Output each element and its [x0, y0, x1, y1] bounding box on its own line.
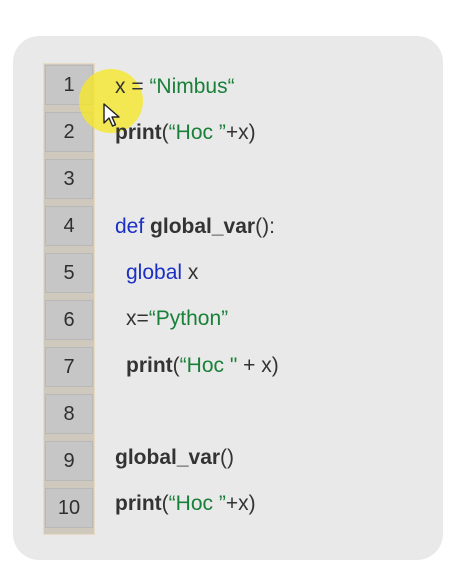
keyword: def	[115, 215, 145, 238]
code-line-9: global_var()	[115, 444, 234, 472]
line-number-6: 6	[45, 300, 93, 340]
code-token: ():	[255, 215, 275, 238]
function-name: global_var	[150, 215, 256, 238]
mouse-pointer-icon	[103, 103, 120, 127]
code-line-6: x=“Python”	[126, 305, 228, 333]
code-token: x=	[126, 307, 149, 330]
string-literal: “Nimbus“	[149, 75, 235, 98]
function-call: global_var	[115, 446, 221, 469]
line-number-5: 5	[45, 253, 93, 293]
code-token: + x)	[237, 354, 279, 377]
line-number-10: 10	[45, 488, 93, 528]
string-literal: “Hoc ”	[168, 121, 226, 144]
code-token: +x)	[225, 121, 256, 144]
line-number-9: 9	[45, 441, 93, 481]
code-line-5: global x	[126, 259, 198, 287]
code-token: +x)	[225, 492, 256, 515]
code-token: (	[161, 121, 169, 144]
code-token: x	[182, 261, 199, 284]
code-token: (	[172, 354, 180, 377]
string-literal: “Hoc "	[179, 354, 238, 377]
keyword: global	[126, 261, 183, 284]
line-number-8: 8	[45, 394, 93, 434]
code-line-7: print(“Hoc " + x)	[126, 352, 279, 380]
function-call: print	[126, 354, 173, 377]
code-line-2: print(“Hoc ”+x)	[115, 119, 256, 147]
string-literal: “Hoc ”	[168, 492, 226, 515]
line-number-7: 7	[45, 347, 93, 387]
code-token: ()	[220, 446, 235, 469]
string-literal: “Python”	[148, 307, 229, 330]
line-number-3: 3	[45, 159, 93, 199]
code-line-1: x = “Nimbus“	[115, 73, 235, 101]
function-call: print	[115, 492, 162, 515]
code-line-10: print(“Hoc ”+x)	[115, 490, 256, 518]
code-line-4: def global_var():	[115, 213, 275, 241]
code-token: x =	[115, 75, 150, 98]
function-call: print	[115, 121, 162, 144]
code-token: (	[161, 492, 169, 515]
line-number-4: 4	[45, 206, 93, 246]
